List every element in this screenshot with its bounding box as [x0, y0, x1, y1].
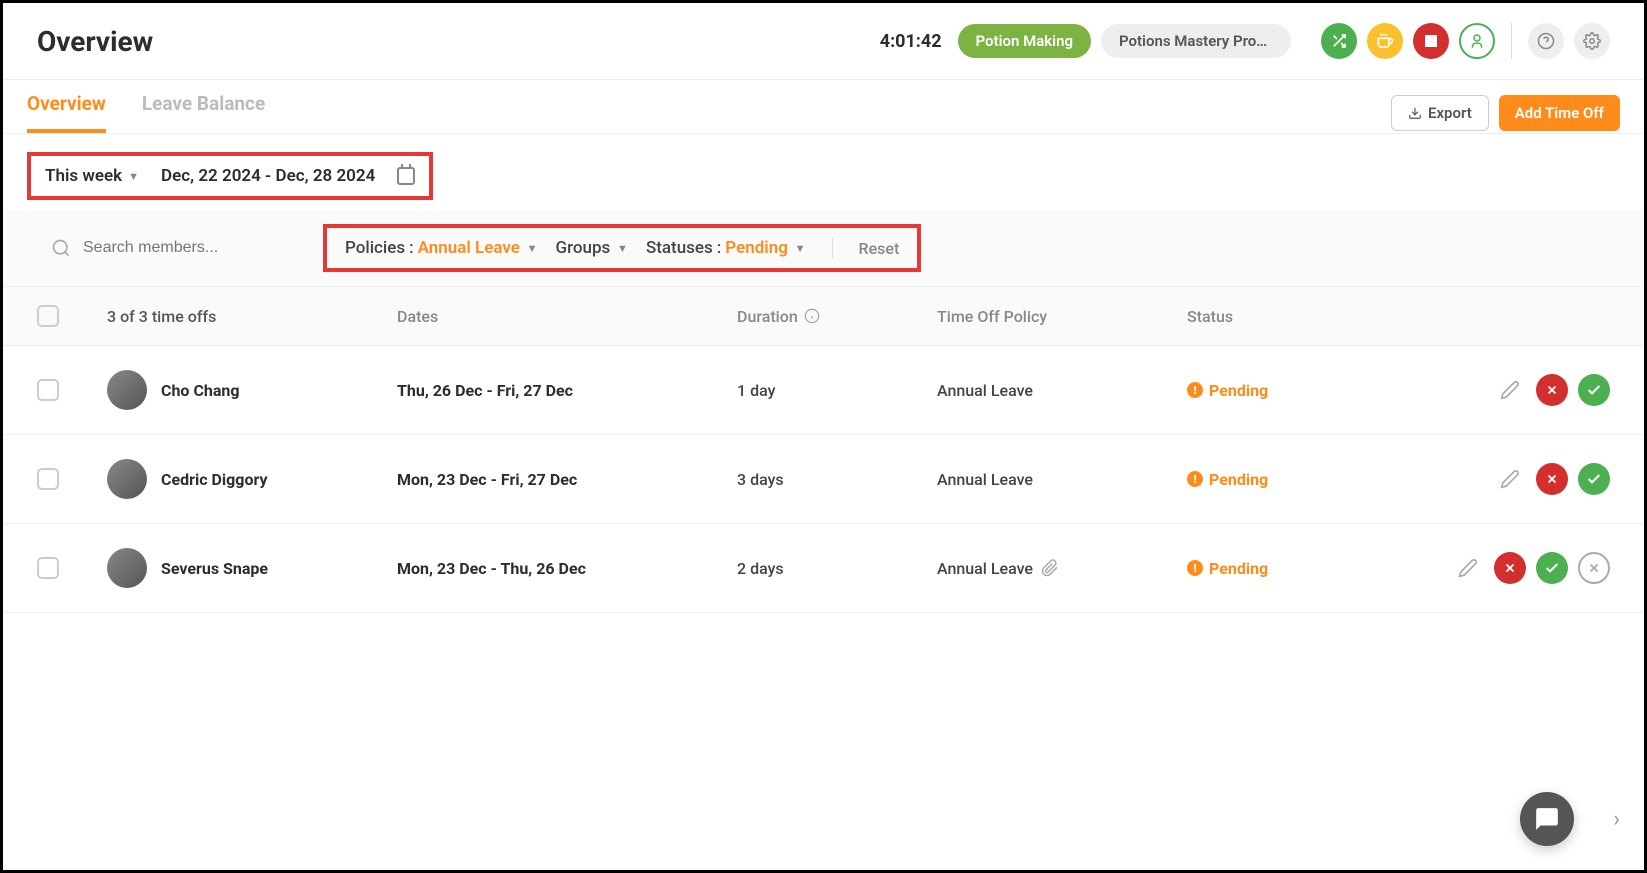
search-icon: [51, 238, 71, 258]
export-label: Export: [1428, 104, 1472, 122]
reject-button[interactable]: [1536, 374, 1568, 406]
header-policy: Time Off Policy: [937, 307, 1187, 326]
reject-button[interactable]: [1494, 552, 1526, 584]
chevron-down-icon: ▼: [614, 242, 628, 255]
header-divider: [1511, 23, 1512, 59]
filter-statuses[interactable]: Statuses: Pending ▼: [646, 238, 806, 258]
table-row: Cho Chang Thu, 26 Dec - Fri, 27 Dec1 dayA…: [3, 346, 1644, 435]
dates-cell: Mon, 23 Dec - Fri, 27 Dec: [397, 470, 737, 489]
approve-button[interactable]: [1578, 374, 1610, 406]
policies-label: Policies: [345, 238, 405, 258]
member-name: Cho Chang: [161, 381, 240, 400]
tab-overview[interactable]: Overview: [27, 92, 106, 133]
reject-button[interactable]: [1536, 463, 1568, 495]
filter-policies[interactable]: Policies: Annual Leave ▼: [345, 238, 538, 258]
date-range-selector[interactable]: This week ▼ Dec, 22 2024 - Dec, 28 2024: [27, 152, 433, 200]
stop-button[interactable]: [1413, 23, 1449, 59]
policies-value: Annual Leave: [418, 238, 520, 258]
approve-button[interactable]: [1536, 552, 1568, 584]
search-input[interactable]: [83, 239, 283, 257]
table-header: 3 of 3 time offs Dates Duration Time Off…: [3, 287, 1644, 346]
settings-button[interactable]: [1574, 23, 1610, 59]
row-checkbox[interactable]: [37, 379, 59, 401]
filter-divider: [832, 238, 833, 258]
status-dot-icon: !: [1187, 471, 1203, 487]
approve-button[interactable]: [1578, 463, 1610, 495]
duration-cell: 3 days: [737, 470, 937, 489]
tab-leave-balance[interactable]: Leave Balance: [142, 92, 265, 133]
user-status-button[interactable]: [1459, 23, 1495, 59]
add-time-off-button[interactable]: Add Time Off: [1499, 95, 1620, 131]
member-name: Severus Snape: [161, 559, 268, 578]
status-dot-icon: !: [1187, 382, 1203, 398]
row-checkbox[interactable]: [37, 557, 59, 579]
count-text: 3 of 3 time offs: [107, 307, 397, 326]
chevron-down-icon: ▼: [128, 170, 139, 183]
select-all-checkbox[interactable]: [37, 305, 59, 327]
edit-button[interactable]: [1452, 552, 1484, 584]
duration-cell: 2 days: [737, 559, 937, 578]
page-title: Overview: [37, 25, 153, 58]
table-row: Severus Snape Mon, 23 Dec - Thu, 26 Dec2 …: [3, 524, 1644, 613]
avatar: [107, 548, 147, 588]
status-dot-icon: !: [1187, 560, 1203, 576]
filters-group: Policies: Annual Leave ▼ Groups ▼ Status…: [323, 224, 921, 272]
dates-cell: Mon, 23 Dec - Thu, 26 Dec: [397, 559, 737, 578]
status-badge: !Pending: [1187, 381, 1387, 400]
chevron-down-icon: ▼: [524, 242, 538, 255]
header-duration: Duration: [737, 307, 798, 326]
edit-button[interactable]: [1494, 463, 1526, 495]
groups-label: Groups: [556, 238, 611, 258]
calendar-icon[interactable]: [397, 167, 415, 185]
policy-cell: Annual Leave: [937, 470, 1187, 489]
project-pill[interactable]: Potions Mastery Progr...: [1101, 24, 1291, 58]
period-label: This week: [45, 166, 122, 186]
cancel-button[interactable]: [1578, 552, 1610, 584]
date-range-text: Dec, 22 2024 - Dec, 28 2024: [161, 166, 375, 186]
chat-widget[interactable]: [1520, 792, 1574, 846]
statuses-label: Statuses: [646, 238, 713, 258]
header-dates: Dates: [397, 307, 737, 326]
shuffle-button[interactable]: [1321, 23, 1357, 59]
policy-cell: Annual Leave: [937, 381, 1187, 400]
row-checkbox[interactable]: [37, 468, 59, 490]
edit-button[interactable]: [1494, 374, 1526, 406]
table-row: Cedric Diggory Mon, 23 Dec - Fri, 27 Dec3…: [3, 435, 1644, 524]
avatar: [107, 459, 147, 499]
break-button[interactable]: [1367, 23, 1403, 59]
header-status: Status: [1187, 307, 1387, 326]
info-icon[interactable]: [804, 308, 820, 324]
filter-groups[interactable]: Groups ▼: [556, 238, 628, 258]
chevron-down-icon: ▼: [792, 242, 806, 255]
status-badge: !Pending: [1187, 470, 1387, 489]
reset-filters[interactable]: Reset: [859, 239, 900, 258]
help-button[interactable]: [1528, 23, 1564, 59]
dates-cell: Thu, 26 Dec - Fri, 27 Dec: [397, 381, 737, 400]
status-badge: !Pending: [1187, 559, 1387, 578]
member-name: Cedric Diggory: [161, 470, 268, 489]
statuses-value: Pending: [725, 238, 788, 258]
avatar: [107, 370, 147, 410]
timer-display: 4:01:42: [880, 31, 942, 52]
attachment-icon: [1041, 559, 1059, 577]
next-arrow[interactable]: ›: [1613, 807, 1620, 832]
policy-cell: Annual Leave: [937, 559, 1187, 578]
task-pill[interactable]: Potion Making: [958, 24, 1091, 58]
duration-cell: 1 day: [737, 381, 937, 400]
export-button[interactable]: Export: [1391, 95, 1489, 131]
